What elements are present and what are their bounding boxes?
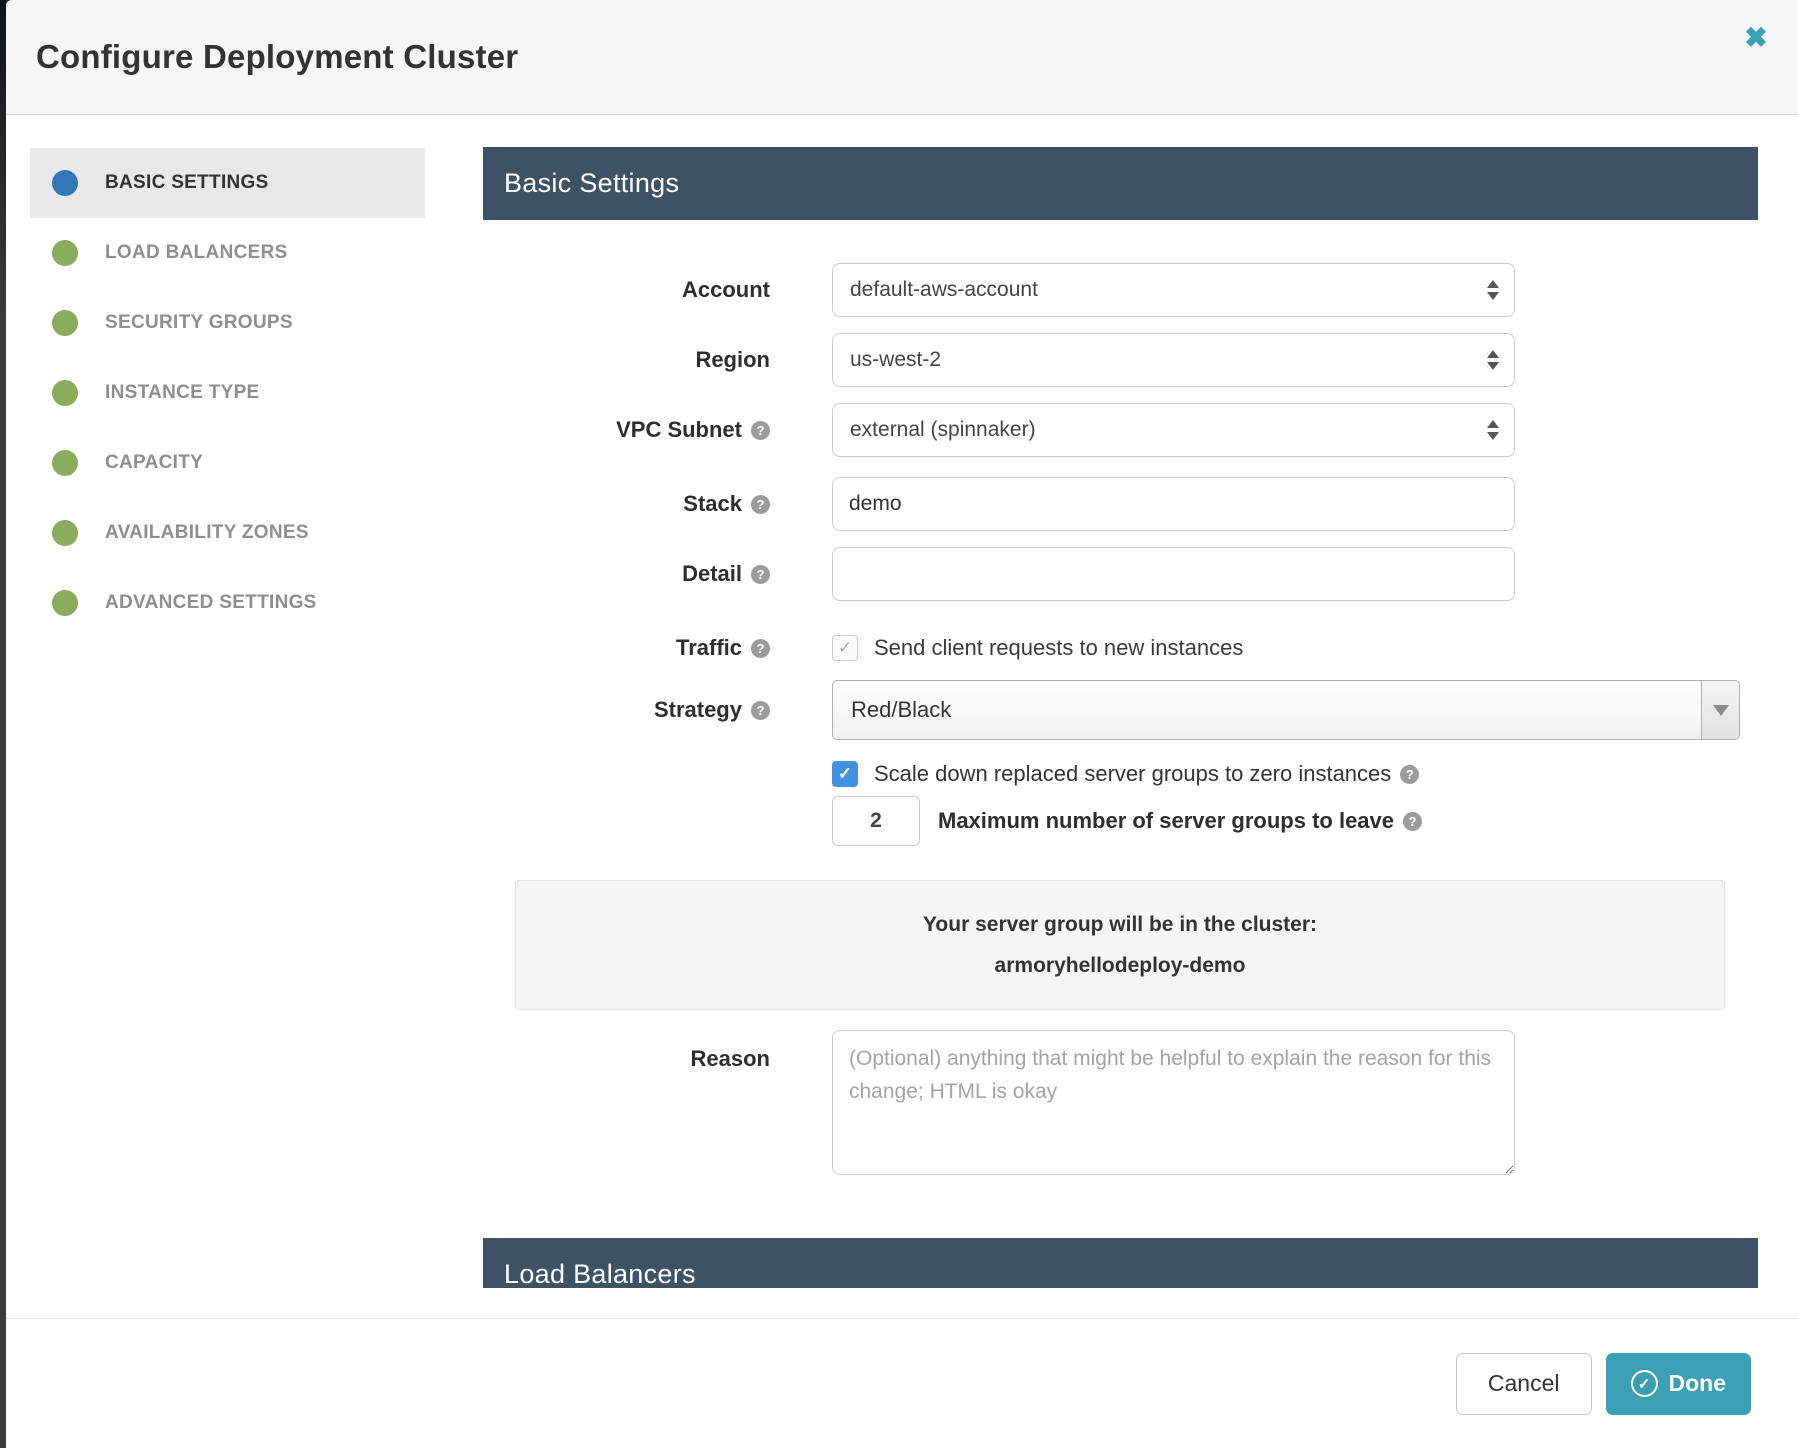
max-groups-input[interactable] [832, 796, 920, 846]
region-selected-value: us-west-2 [850, 348, 941, 372]
select-updown-icon [1487, 420, 1499, 440]
traffic-label: Traffic ? [6, 635, 770, 661]
reason-label: Reason [6, 1030, 770, 1072]
stack-row: Stack ? [6, 477, 1798, 531]
strategy-selected-value: Red/Black [851, 697, 951, 723]
done-button[interactable]: ✓ Done [1606, 1353, 1752, 1415]
region-select[interactable]: us-west-2 [832, 333, 1515, 387]
vpc-subnet-label: VPC Subnet ? [6, 417, 770, 443]
account-selected-value: default-aws-account [850, 278, 1038, 302]
cluster-name: armoryhellodeploy-demo [995, 954, 1246, 978]
help-icon[interactable]: ? [1400, 765, 1419, 784]
account-label: Account [6, 277, 770, 303]
step-dot-icon [52, 170, 78, 196]
detail-label: Detail ? [6, 561, 770, 587]
strategy-select[interactable]: Red/Black [832, 680, 1740, 740]
strategy-label: Strategy ? [6, 697, 770, 723]
footer-spacer [6, 1288, 1798, 1318]
stack-input[interactable] [832, 477, 1515, 531]
traffic-checkbox-label: Send client requests to new instances [874, 635, 1243, 661]
modal-title: Configure Deployment Cluster [36, 38, 518, 76]
detail-input[interactable] [832, 547, 1515, 601]
help-icon[interactable]: ? [751, 495, 770, 514]
reason-textarea[interactable] [832, 1030, 1515, 1175]
label-text: Detail [682, 561, 742, 587]
label-text: Strategy [654, 697, 742, 723]
max-groups-label: Maximum number of server groups to leave [938, 808, 1394, 834]
wizard-content: Basic Settings Account default-aws-accou… [483, 115, 1758, 1288]
account-row: Account default-aws-account [6, 263, 1798, 317]
region-label: Region [6, 347, 770, 373]
configure-deployment-cluster-modal: Configure Deployment Cluster ✖ BASIC SET… [6, 0, 1798, 1448]
label-text: Stack [683, 491, 742, 517]
label-text: Account [682, 277, 770, 303]
sidebar-item-basic-settings[interactable]: BASIC SETTINGS [30, 148, 425, 218]
modal-header: Configure Deployment Cluster ✖ [6, 0, 1798, 115]
traffic-checkbox[interactable]: ✓ [832, 635, 858, 661]
load-balancers-section-header: Load Balancers [483, 1238, 1758, 1288]
label-text: Reason [691, 1046, 770, 1072]
scale-down-checkbox[interactable]: ✓ [832, 761, 858, 787]
done-button-label: Done [1669, 1370, 1727, 1397]
detail-row: Detail ? [6, 547, 1798, 601]
check-circle-icon: ✓ [1631, 1370, 1658, 1397]
sidebar-item-label: LOAD BALANCERS [105, 242, 288, 264]
reason-row: Reason [6, 1030, 1798, 1175]
vpc-subnet-select[interactable]: external (spinnaker) [832, 403, 1515, 457]
label-text: Region [695, 347, 770, 373]
cancel-button[interactable]: Cancel [1456, 1353, 1592, 1415]
help-icon[interactable]: ? [751, 565, 770, 584]
stack-label: Stack ? [6, 491, 770, 517]
cluster-name-preview: Your server group will be in the cluster… [515, 880, 1725, 1010]
strategy-row: Strategy ? Red/Black [6, 680, 1798, 740]
scale-down-row: ✓ Scale down replaced server groups to z… [832, 761, 1419, 787]
help-icon[interactable]: ? [751, 701, 770, 720]
modal-body: BASIC SETTINGS LOAD BALANCERS SECURITY G… [6, 115, 1798, 1288]
dropdown-caret-icon [1701, 681, 1739, 739]
vpc-subnet-row: VPC Subnet ? external (spinnaker) [6, 403, 1798, 457]
sidebar-item-label: BASIC SETTINGS [105, 172, 269, 194]
help-icon[interactable]: ? [751, 421, 770, 440]
help-icon[interactable]: ? [1403, 812, 1422, 831]
region-row: Region us-west-2 [6, 333, 1798, 387]
cluster-preview-text: Your server group will be in the cluster… [923, 913, 1317, 937]
scale-down-label: Scale down replaced server groups to zer… [874, 761, 1391, 787]
traffic-row: Traffic ? ✓ Send client requests to new … [6, 622, 1798, 674]
basic-settings-section-header: Basic Settings [483, 147, 1758, 220]
max-groups-row: Maximum number of server groups to leave… [832, 796, 1422, 846]
account-select[interactable]: default-aws-account [832, 263, 1515, 317]
vpc-subnet-selected-value: external (spinnaker) [850, 418, 1036, 442]
select-updown-icon [1487, 350, 1499, 370]
label-text: VPC Subnet [616, 417, 742, 443]
help-icon[interactable]: ? [751, 639, 770, 658]
modal-footer: Cancel ✓ Done [6, 1318, 1798, 1448]
select-updown-icon [1487, 280, 1499, 300]
label-text: Traffic [676, 635, 742, 661]
close-icon[interactable]: ✖ [1736, 18, 1776, 58]
